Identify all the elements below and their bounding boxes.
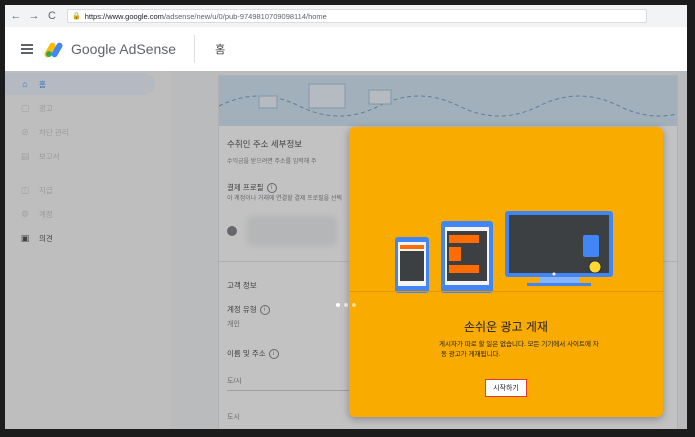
modal-title: 손쉬운 광고 게재 (464, 320, 548, 334)
modal-pager (5, 303, 687, 307)
back-button[interactable]: ← (9, 9, 23, 23)
header-divider (194, 35, 196, 63)
pager-dot[interactable] (352, 303, 356, 307)
reload-button[interactable]: C (45, 9, 59, 23)
menu-icon[interactable] (21, 44, 33, 54)
modal-divider (349, 291, 663, 292)
brand-name: Google AdSense (71, 41, 177, 57)
browser-toolbar: ← → C 🔒 https://www.google.com/adsense/n… (5, 5, 687, 28)
page-title: 홈 (215, 44, 226, 56)
modal-description: 게시자가 따로 할 일은 없습니다. 모든 기기에서 사이트에 자 동 광고가 … (439, 341, 599, 358)
screen-frame: ← → C 🔒 https://www.google.com/adsense/n… (3, 3, 689, 431)
address-bar[interactable]: 🔒 https://www.google.com/adsense/new/u/0… (67, 9, 647, 23)
lock-icon: 🔒 (72, 13, 81, 20)
url-path: /adsense/new/u/0/pub-9749810709098114/ho… (163, 11, 327, 21)
adsense-logo-icon (43, 40, 65, 59)
pager-dot[interactable] (336, 303, 340, 307)
devices-illustration (395, 211, 613, 293)
url-host: https://www.google.com (84, 11, 164, 21)
forward-button[interactable]: → (27, 9, 41, 23)
start-button[interactable]: 시작하기 (485, 379, 527, 397)
auto-ads-modal: 손쉬운 광고 게재 게시자가 따로 할 일은 없습니다. 모든 기기에서 사이트… (349, 127, 663, 417)
pager-dot[interactable] (344, 303, 348, 307)
app-header: Google AdSense 홈 (5, 27, 687, 72)
